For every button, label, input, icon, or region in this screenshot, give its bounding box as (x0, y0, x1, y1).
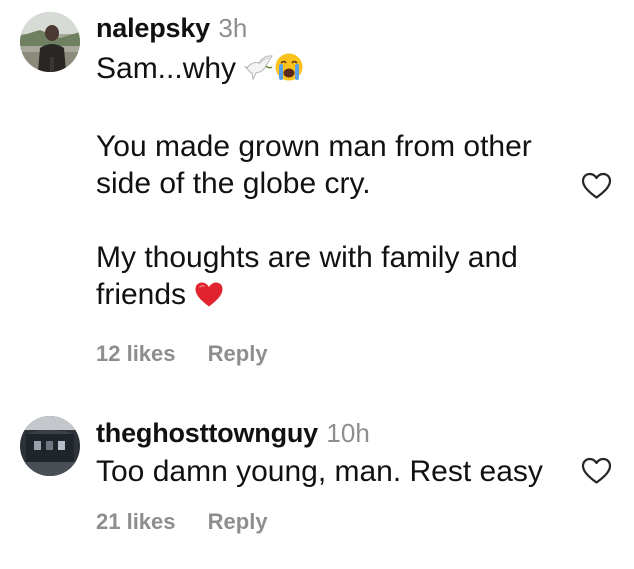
like-heart-icon[interactable] (581, 457, 612, 485)
username[interactable]: nalepsky (96, 13, 210, 43)
reply-button[interactable]: Reply (208, 509, 268, 534)
comment-header: theghosttownguy 10h (96, 418, 370, 449)
red-heart-emoji (194, 280, 224, 317)
timestamp: 10h (326, 418, 370, 448)
comment-header: nalepsky 3h (96, 13, 247, 44)
avatar-photo-icon (20, 12, 80, 72)
comment-paragraph: My thoughts are with family and friends (96, 241, 518, 311)
avatar[interactable] (20, 416, 80, 476)
avatar-photo-icon (20, 416, 80, 476)
likes-count[interactable]: 12 likes (96, 341, 176, 366)
like-heart-icon[interactable] (581, 172, 612, 200)
avatar[interactable] (20, 12, 80, 72)
comment-line: Sam...why (96, 52, 237, 85)
comment-paragraph: You made grown man from other side of th… (96, 130, 532, 200)
likes-count[interactable]: 21 likes (96, 509, 176, 534)
comment-meta: 21 likes Reply (96, 509, 268, 535)
dove-emoji (244, 54, 274, 91)
comment-text: Sam...why You made grown man from other … (96, 50, 566, 317)
comment-paragraph: Too damn young, man. Rest easy (96, 455, 543, 488)
reply-button[interactable]: Reply (208, 341, 268, 366)
timestamp: 3h (218, 13, 248, 43)
comment-text: Too damn young, man. Rest easy (96, 453, 576, 490)
comment-meta: 12 likes Reply (96, 341, 268, 367)
crying-face-emoji (274, 52, 304, 91)
username[interactable]: theghosttownguy (96, 418, 318, 448)
